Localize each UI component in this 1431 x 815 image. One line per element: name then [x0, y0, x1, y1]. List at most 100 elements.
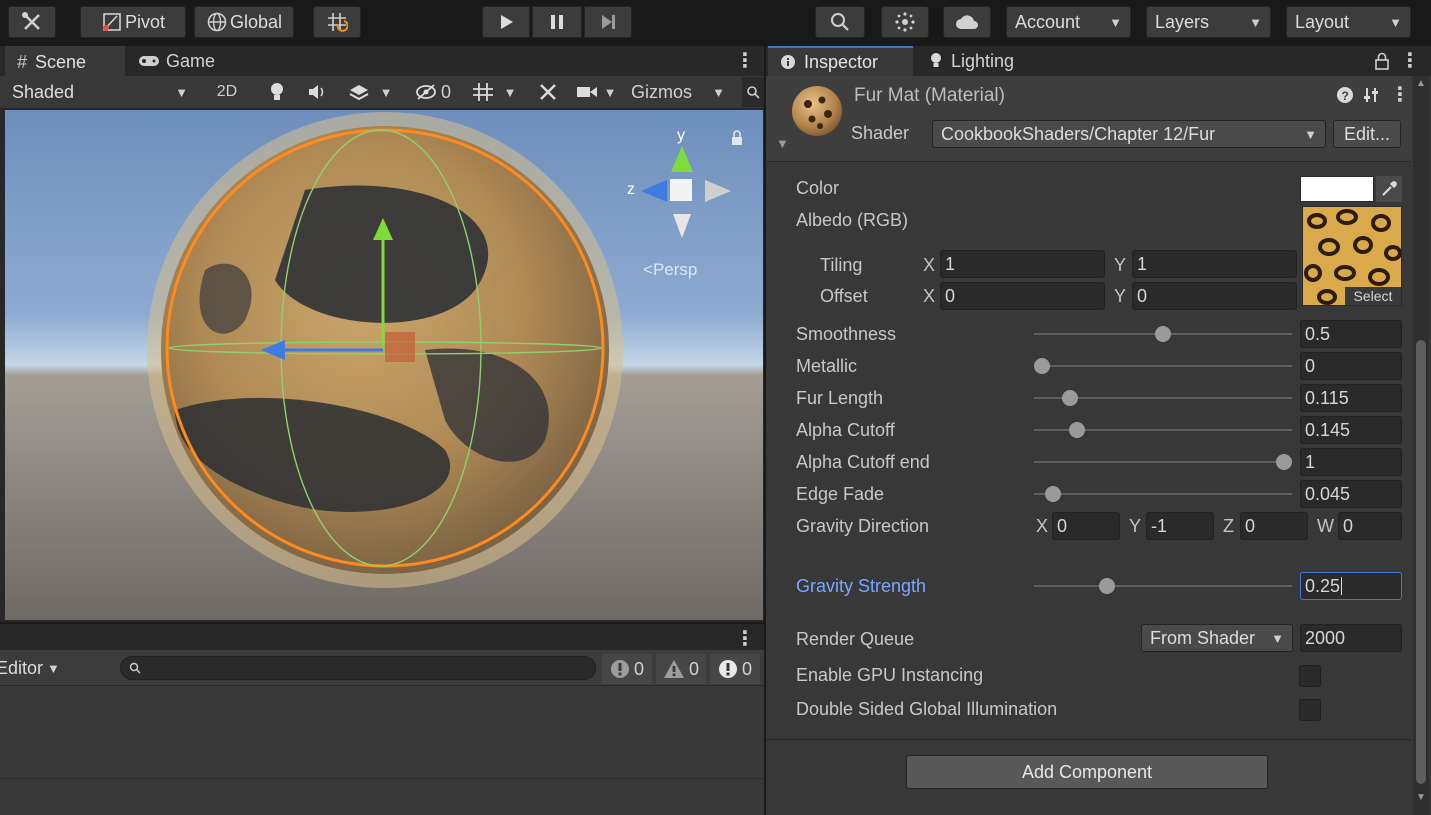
scroll-up-arrow-icon[interactable]: ▲: [1416, 78, 1426, 89]
pause-button[interactable]: [532, 6, 582, 38]
scroll-down-arrow-icon[interactable]: ▼: [1416, 792, 1426, 803]
grid-snap-button[interactable]: [313, 6, 361, 38]
texture-select-button[interactable]: Select: [1345, 287, 1401, 305]
chevron-down-icon: ▼: [175, 84, 188, 100]
shader-dropdown[interactable]: CookbookShaders/Chapter 12/Fur ▼: [932, 120, 1326, 148]
edge-fade-slider-track[interactable]: [1034, 493, 1292, 495]
global-button[interactable]: Global: [194, 6, 294, 38]
offset-x-field[interactable]: 0: [940, 282, 1105, 310]
scrollbar-thumb[interactable]: [1416, 340, 1426, 784]
metallic-slider-track[interactable]: [1034, 365, 1292, 367]
gravity-x-field[interactable]: 0: [1052, 512, 1120, 540]
gravity-x-axis-label: X: [1036, 516, 1049, 536]
gravity-y-field[interactable]: -1: [1146, 512, 1214, 540]
tiling-y-value: 1: [1137, 253, 1148, 274]
gravity-y-value: -1: [1151, 515, 1168, 536]
add-component-label: Add Component: [1021, 761, 1153, 782]
camera-dropdown[interactable]: ▼: [570, 77, 622, 107]
tab-lighting[interactable]: Lighting: [921, 46, 1061, 76]
info-count-toggle[interactable]: 0: [710, 654, 760, 684]
audio-toggle[interactable]: [298, 77, 336, 107]
more-options-icon[interactable]: ⋮: [735, 626, 755, 651]
offset-x-axis-label: X: [923, 286, 936, 306]
console-search-input[interactable]: [120, 656, 596, 680]
double-sided-gi-checkbox[interactable]: [1299, 699, 1321, 721]
tab-inspector[interactable]: Inspector: [768, 46, 913, 76]
alpha-cutoff-end-slider-track[interactable]: [1034, 461, 1292, 463]
alpha-cutoff-end-field[interactable]: 1: [1300, 448, 1402, 476]
gizmos-dropdown[interactable]: Gizmos ▼: [625, 77, 731, 107]
add-component-button[interactable]: Add Component: [906, 755, 1268, 789]
search-button[interactable]: [815, 6, 865, 38]
smoothness-slider-handle[interactable]: [1155, 326, 1171, 342]
render-queue-field[interactable]: 2000: [1300, 624, 1402, 652]
gpu-instancing-checkbox[interactable]: [1299, 665, 1321, 687]
slider-row: Smoothness 0.5: [766, 318, 1411, 350]
effects-dropdown[interactable]: ▼: [339, 77, 401, 107]
more-options-icon[interactable]: ⋮: [1390, 82, 1410, 107]
pivot-button[interactable]: Pivot: [80, 6, 186, 38]
alpha-cutoff-field[interactable]: 0.145: [1300, 416, 1402, 444]
alpha-cutoff-slider-handle[interactable]: [1069, 422, 1086, 438]
edge-fade-field[interactable]: 0.045: [1300, 480, 1402, 508]
cloud-icon: [956, 15, 978, 29]
tab-scene[interactable]: # Scene: [5, 46, 125, 76]
render-queue-mode-dropdown[interactable]: From Shader ▼: [1141, 624, 1293, 652]
layout-dropdown[interactable]: Layout ▼: [1286, 6, 1411, 38]
color-swatch[interactable]: [1300, 176, 1374, 202]
gravity-w-field[interactable]: 0: [1338, 512, 1402, 540]
lock-icon[interactable]: [732, 130, 742, 145]
play-button[interactable]: [482, 6, 530, 38]
chevron-down-icon: ▼: [712, 84, 725, 100]
scene-search-button[interactable]: [742, 77, 764, 107]
scene-tools-toggle[interactable]: [530, 77, 566, 107]
fur-length-slider-handle[interactable]: [1061, 390, 1078, 406]
shading-mode-dropdown[interactable]: Shaded ▼: [4, 77, 196, 107]
inspector-scrollbar[interactable]: ▲ ▼: [1413, 76, 1429, 815]
metallic-field[interactable]: 0: [1300, 352, 1402, 380]
offset-y-field[interactable]: 0: [1132, 282, 1297, 310]
persp-label[interactable]: <Persp: [643, 260, 697, 279]
hidden-objects-toggle[interactable]: 0: [409, 77, 457, 107]
lighting-toggle[interactable]: [258, 77, 296, 107]
scene-viewport[interactable]: y z <Persp: [5, 110, 763, 620]
albedo-texture-slot[interactable]: Select: [1302, 206, 1402, 306]
metallic-slider-handle[interactable]: [1034, 358, 1050, 374]
edit-shader-button[interactable]: Edit...: [1333, 120, 1401, 148]
grid-toggle[interactable]: ▼: [461, 77, 527, 107]
editor-dropdown[interactable]: Editor ▼: [0, 654, 62, 682]
collab-button[interactable]: [881, 6, 929, 38]
gravity-strength-slider-track[interactable]: [1034, 585, 1292, 587]
fur-length-field[interactable]: 0.115: [1300, 384, 1402, 412]
help-icon[interactable]: ?: [1336, 86, 1354, 109]
foldout-arrow-icon[interactable]: ▼: [776, 136, 789, 151]
gravity-y-axis-label: Y: [1129, 516, 1142, 536]
step-button[interactable]: [584, 6, 632, 38]
gravity-z-field[interactable]: 0: [1240, 512, 1308, 540]
tools-button[interactable]: [8, 6, 56, 38]
tiling-y-field[interactable]: 1: [1132, 250, 1297, 278]
smoothness-field[interactable]: 0.5: [1300, 320, 1402, 348]
orientation-gizmo[interactable]: [641, 146, 731, 238]
console-log-area[interactable]: [0, 687, 764, 779]
alpha-cutoff-end-slider-handle[interactable]: [1276, 454, 1292, 470]
gravity-z-value: 0: [1245, 515, 1256, 536]
preset-icon[interactable]: [1362, 86, 1380, 109]
gravity-strength-slider-handle[interactable]: [1099, 578, 1116, 594]
gravity-strength-field[interactable]: 0.25: [1300, 572, 1402, 600]
eyedropper-button[interactable]: [1376, 176, 1402, 202]
toggle-2d-button[interactable]: 2D: [205, 77, 249, 107]
more-options-icon[interactable]: ⋮: [735, 48, 755, 73]
tiling-x-field[interactable]: 1: [940, 250, 1105, 278]
more-options-icon[interactable]: ⋮: [1400, 48, 1420, 73]
edge-fade-slider-handle[interactable]: [1044, 486, 1061, 502]
error-count-toggle[interactable]: 0: [602, 654, 652, 684]
metallic-label: Metallic: [796, 356, 858, 376]
lock-icon[interactable]: [1374, 52, 1390, 75]
tab-game[interactable]: Game: [128, 46, 248, 76]
layers-dropdown[interactable]: Layers ▼: [1146, 6, 1271, 38]
gizmo-z-label: z: [627, 181, 635, 198]
warning-count-toggle[interactable]: 0: [656, 654, 706, 684]
cloud-button[interactable]: [943, 6, 991, 38]
account-dropdown[interactable]: Account ▼: [1006, 6, 1131, 38]
